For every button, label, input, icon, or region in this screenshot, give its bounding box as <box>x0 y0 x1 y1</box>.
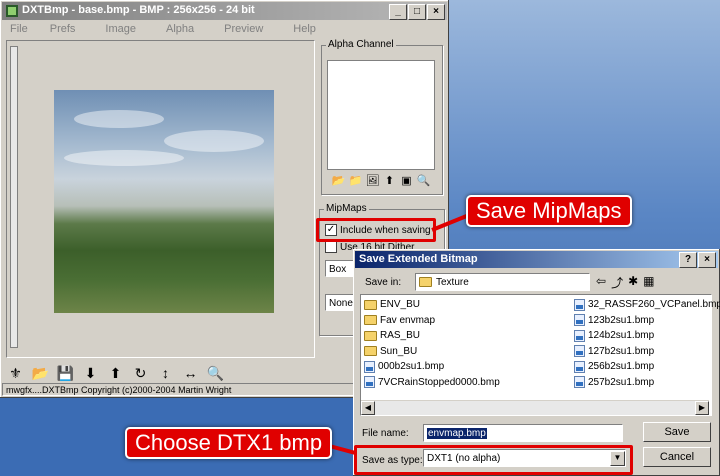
bottom-toolbar: ⚜ 📂 💾 ⬇ ⬆ ↻ ↕ ↔ 🔍 <box>6 364 225 382</box>
bitmap-file-icon <box>574 360 585 373</box>
list-item[interactable]: 123b2su1.bmp <box>574 313 720 329</box>
file-list[interactable]: ENV_BU Fav envmap RAS_BU Sun_BU 000b2su1… <box>360 294 720 416</box>
texture-image <box>54 90 274 313</box>
folder-icon <box>364 315 377 326</box>
dialog-close-button[interactable]: × <box>698 252 716 268</box>
dialog-title: Save Extended Bitmap <box>359 253 478 265</box>
window-title: DXTBmp - base.bmp - BMP : 256x256 - 24 b… <box>22 4 255 16</box>
menu-prefs[interactable]: Prefs <box>42 21 86 37</box>
dither-checkbox[interactable] <box>325 241 337 253</box>
scroll-right-icon[interactable]: ▶ <box>695 401 709 415</box>
list-item[interactable]: Fav envmap <box>364 313 500 329</box>
save-in-select[interactable]: Texture <box>415 273 590 291</box>
file-name-input[interactable]: envmap.bmp <box>423 424 623 442</box>
save-dialog: Save Extended Bitmap ? × Save in: Textur… <box>353 249 720 476</box>
choose-dxt1-callout: Choose DTX1 bmp <box>125 427 333 459</box>
include-highlight-box <box>316 218 436 242</box>
save-button[interactable]: Save <box>643 422 711 442</box>
mipmaps-label: MipMaps <box>324 203 369 214</box>
file-name-value: envmap.bmp <box>427 428 487 439</box>
folder-icon <box>364 330 377 341</box>
close-button[interactable]: × <box>427 4 445 20</box>
title-bar: DXTBmp - base.bmp - BMP : 256x256 - 24 b… <box>2 2 447 20</box>
vertical-resize-icon[interactable]: ↕ <box>156 364 175 382</box>
bitmap-file-icon <box>364 360 375 373</box>
file-list-scrollbar[interactable]: ◀ ▶ <box>361 400 709 415</box>
open-folder-icon[interactable]: 📂 <box>331 173 346 187</box>
rotate-icon[interactable]: ↻ <box>131 364 150 382</box>
minimize-button[interactable]: _ <box>389 4 407 20</box>
flip-icon[interactable]: ⚜ <box>6 364 25 382</box>
dialog-title-bar: Save Extended Bitmap ? × <box>355 251 718 268</box>
save-in-value: Texture <box>436 276 469 288</box>
scroll-left-icon[interactable]: ◀ <box>361 401 375 415</box>
menu-alpha[interactable]: Alpha <box>158 21 204 37</box>
up-folder-icon[interactable]: ⤴ <box>611 274 623 291</box>
back-icon[interactable]: ⇦ <box>596 274 606 291</box>
save-type-highlight-box <box>354 445 633 475</box>
status-bar: mwgfx....DXTBmp Copyright (c)2000-2004 M… <box>2 383 354 396</box>
menu-help[interactable]: Help <box>285 21 326 37</box>
zoom-icon[interactable]: 🔍 <box>416 173 431 187</box>
list-item[interactable]: 257b2su1.bmp <box>574 375 720 391</box>
menu-file[interactable]: File <box>2 21 38 37</box>
list-item[interactable]: ENV_BU <box>364 297 500 313</box>
view-menu-icon[interactable]: ▦ <box>643 274 654 291</box>
list-item[interactable]: 000b2su1.bmp <box>364 359 500 375</box>
import-icon[interactable]: ⬇ <box>81 364 100 382</box>
list-item[interactable]: 7VCRainStopped0000.bmp <box>364 375 500 391</box>
bitmap-file-icon <box>364 376 375 389</box>
horizontal-resize-icon[interactable]: ↔ <box>181 364 200 382</box>
open-alpha-icon[interactable]: 📁 <box>348 173 363 187</box>
list-item[interactable]: 256b2su1.bmp <box>574 359 720 375</box>
alpha-channel-label: Alpha Channel <box>326 39 396 50</box>
bitmap-file-icon <box>574 376 585 389</box>
app-icon <box>6 5 18 17</box>
viewport-scrollbar[interactable] <box>10 46 18 348</box>
list-item[interactable]: Sun_BU <box>364 344 500 360</box>
cancel-button[interactable]: Cancel <box>643 447 711 467</box>
image-viewport <box>6 40 315 358</box>
alpha-export-icon[interactable]: ⬆ <box>382 173 397 187</box>
alpha-import-icon[interactable]: 🖼 <box>365 173 380 187</box>
list-item[interactable]: 124b2su1.bmp <box>574 328 720 344</box>
bitmap-file-icon <box>574 298 585 311</box>
menu-image[interactable]: Image <box>97 21 146 37</box>
list-item[interactable]: 127b2su1.bmp <box>574 344 720 360</box>
save-image-icon[interactable]: 💾 <box>56 364 75 382</box>
folder-icon <box>364 346 377 357</box>
open-image-icon[interactable]: 📂 <box>31 364 50 382</box>
bitmap-file-icon <box>574 314 585 327</box>
save-in-label: Save in: <box>365 277 402 288</box>
new-folder-icon[interactable]: ✱ <box>628 274 638 291</box>
maximize-button[interactable]: □ <box>408 4 426 20</box>
file-name-label: File name: <box>362 428 409 439</box>
alpha-channel-group: Alpha Channel 📂 📁 🖼 ⬆ ▣ 🔍 <box>321 39 443 195</box>
folder-icon <box>419 277 432 287</box>
export-icon[interactable]: ⬆ <box>106 364 125 382</box>
list-item[interactable]: 32_RASSF260_VCPanel.bmp <box>574 297 720 313</box>
bitmap-file-icon <box>574 345 585 358</box>
alpha-view-icon[interactable]: ▣ <box>399 173 414 187</box>
magnify-icon[interactable]: 🔍 <box>206 364 225 382</box>
folder-icon <box>364 299 377 310</box>
menu-bar: File Prefs Image Alpha Preview Help <box>2 21 447 37</box>
save-mipmaps-callout: Save MipMaps <box>466 195 632 227</box>
alpha-preview <box>327 60 435 170</box>
menu-preview[interactable]: Preview <box>216 21 273 37</box>
help-button[interactable]: ? <box>679 252 697 268</box>
list-item[interactable]: RAS_BU <box>364 328 500 344</box>
bitmap-file-icon <box>574 329 585 342</box>
